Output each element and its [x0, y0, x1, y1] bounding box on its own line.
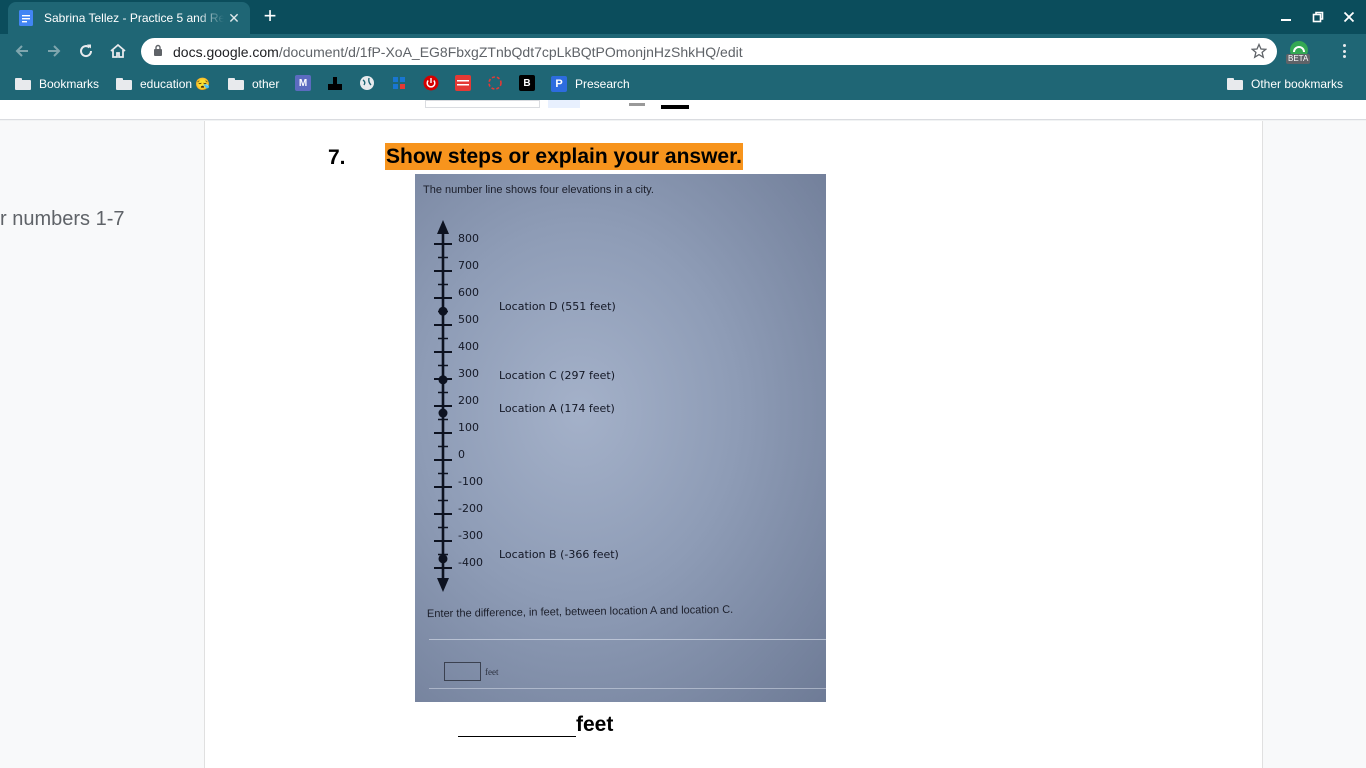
tick-label: -200 [458, 502, 483, 515]
location-point [438, 554, 448, 564]
folder-icon [15, 78, 31, 90]
docs-toolbar [0, 100, 1366, 120]
photo-answer-unit: feet [485, 667, 499, 677]
bookmark-label: Presearch [575, 77, 630, 91]
bookmark-label: Bookmarks [39, 77, 100, 91]
divider [429, 639, 826, 640]
presearch-icon: P [551, 76, 567, 92]
tick-label: 100 [458, 421, 479, 434]
url-text: docs.google.com/document/d/1fP-XoA_EG8Fb… [173, 44, 743, 60]
tick-label: 800 [458, 232, 479, 245]
tab-title: Sabrina Tellez - Practice 5 and Review [44, 11, 224, 25]
tick-label: 0 [458, 448, 465, 461]
toolbar-button[interactable] [548, 100, 580, 108]
font-size-box[interactable] [425, 100, 540, 108]
photo-answer-box [444, 662, 481, 681]
axis-down-arrow [437, 578, 449, 592]
location-point [438, 408, 448, 418]
forward-arrow-icon[interactable] [42, 39, 66, 63]
tick-label: -400 [458, 556, 483, 569]
location-point [438, 375, 448, 385]
bookmark-blue-icon[interactable] [391, 75, 407, 91]
tick-label: 400 [458, 340, 479, 353]
address-bar[interactable]: docs.google.com/document/d/1fP-XoA_EG8Fb… [141, 38, 1277, 65]
bookmark-label: Other bookmarks [1251, 77, 1344, 91]
bookmark-presearch[interactable]: P Presearch [551, 75, 630, 93]
bookmark-folder-bookmarks[interactable]: Bookmarks [15, 75, 99, 93]
close-window-icon[interactable] [1340, 8, 1358, 26]
restore-icon[interactable] [1309, 8, 1327, 26]
location-label: Location B (-366 feet) [499, 548, 619, 561]
url-path: /document/d/1fP-XoA_EG8FbxgZTnbQdt7cpLkB… [278, 43, 743, 60]
tick-label: 200 [458, 394, 479, 407]
answer-suffix: feet [576, 713, 614, 736]
location-label: Location C (297 feet) [499, 369, 615, 382]
globe-icon[interactable] [359, 75, 375, 91]
axis-up-arrow [437, 220, 449, 234]
folder-icon [228, 78, 244, 90]
url-host: docs.google.com [173, 43, 279, 60]
back-arrow-icon[interactable] [10, 39, 34, 63]
tick-label: -100 [458, 475, 483, 488]
browser-tab-active[interactable]: Sabrina Tellez - Practice 5 and Review ✕ [8, 2, 250, 34]
text-color-indicator[interactable] [661, 105, 689, 109]
minimize-icon[interactable] [1277, 8, 1295, 26]
tick-label: 300 [458, 367, 479, 380]
bookmark-m-icon[interactable]: M [295, 75, 311, 91]
outline-heading[interactable]: r numbers 1-7 [0, 208, 125, 231]
extension-badge: BETA [1286, 54, 1311, 64]
bookmark-folder-other[interactable]: other [228, 75, 279, 93]
power-icon[interactable] [423, 75, 439, 91]
bookmarks-bar: Bookmarks education 😪 other P Presearch O… [0, 68, 1366, 100]
question-number: 7. [328, 146, 346, 169]
answer-blank[interactable]: feet [458, 713, 613, 737]
browser-title-bar: Sabrina Tellez - Practice 5 and Review ✕… [0, 0, 1366, 34]
folder-icon [1227, 78, 1243, 90]
location-label: Location A (174 feet) [499, 402, 615, 415]
tick-label: 500 [458, 313, 479, 326]
reload-icon[interactable] [74, 39, 98, 63]
bookmark-b-icon[interactable]: B [519, 75, 535, 91]
answer-line[interactable] [458, 717, 576, 737]
folder-icon [116, 78, 132, 90]
browser-menu-icon[interactable] [1336, 42, 1352, 60]
divider [429, 688, 826, 689]
home-icon[interactable] [106, 39, 130, 63]
new-tab-button[interactable]: + [259, 5, 281, 28]
embedded-question-photo[interactable]: The number line shows four elevations in… [415, 174, 826, 702]
tick-label: 600 [458, 286, 479, 299]
location-point [438, 306, 448, 316]
bookmark-label: other [252, 77, 280, 91]
close-tab-icon[interactable]: ✕ [226, 10, 242, 27]
bookmark-star-icon[interactable] [1250, 42, 1268, 64]
question-prompt: Show steps or explain your answer. [385, 143, 743, 170]
location-label: Location D (551 feet) [499, 300, 616, 313]
number-line-chart: 800 700 600 500 400 300 200 100 0 -100 -200 -300 -40… [434, 220, 619, 592]
loading-circle-icon[interactable] [487, 75, 503, 91]
bookmark-label: education 😪 [140, 77, 211, 91]
lock-icon [153, 43, 163, 61]
bookmark-red-icon[interactable] [455, 75, 471, 91]
tick-label: 700 [458, 259, 479, 272]
google-docs-icon [18, 10, 34, 26]
tick-label: -300 [458, 529, 483, 542]
toolbar-button[interactable] [629, 103, 645, 106]
bookmark-dark-icon[interactable] [327, 75, 343, 91]
bookmark-folder-other-bookmarks[interactable]: Other bookmarks [1227, 75, 1343, 93]
bookmark-folder-education[interactable]: education 😪 [116, 75, 210, 93]
